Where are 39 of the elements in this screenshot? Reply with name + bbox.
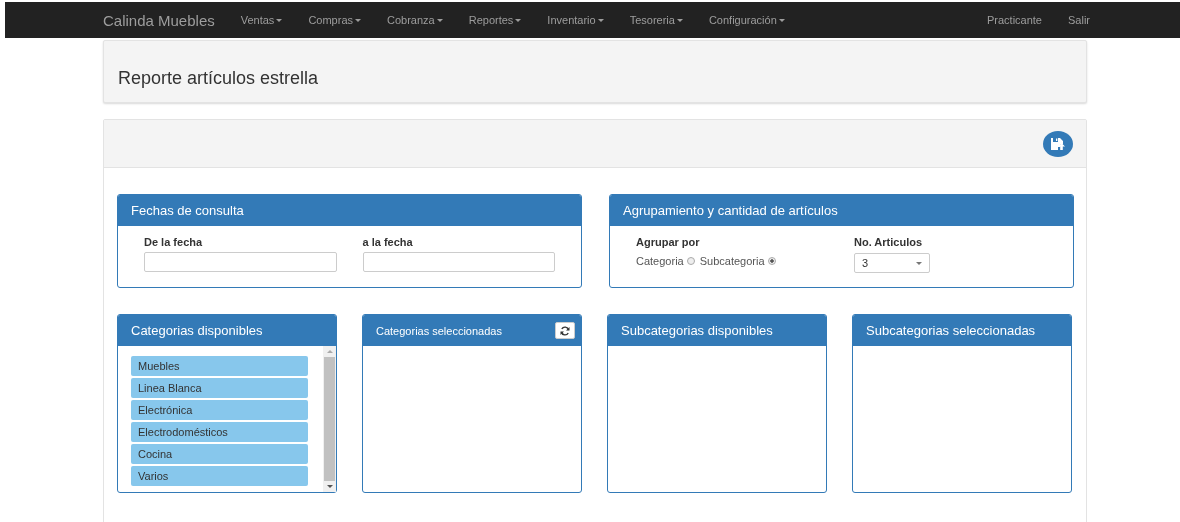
category-item[interactable]: Electrónica [131, 400, 308, 420]
brand-link[interactable]: Calinda Muebles [103, 11, 215, 29]
nav-menu[interactable]: Compras [308, 14, 361, 26]
field-label: No. Articulos [854, 236, 924, 248]
count-dropdown[interactable]: 3 [854, 253, 930, 273]
category-item[interactable]: Varios [131, 466, 308, 486]
nav-menu[interactable]: Configuración [708, 14, 785, 26]
panel-title: Categorias seleccionadas [376, 324, 502, 337]
category-item[interactable]: Muebles [131, 356, 308, 376]
nav-link[interactable]: Salir [1068, 14, 1090, 26]
page-title: Reporte artículos estrella [118, 67, 319, 89]
date-field[interactable] [144, 252, 337, 272]
category-item[interactable]: Cocina [131, 444, 308, 464]
nav-menu[interactable]: Tesoreria [629, 14, 683, 26]
nav-menu[interactable]: Reportes [468, 14, 522, 26]
field-label: De la fecha [144, 236, 204, 248]
nav-link[interactable]: Practicante [986, 14, 1042, 26]
nav-menu[interactable]: Ventas [240, 14, 283, 26]
save-icon [1050, 136, 1066, 151]
radio-label: Categoria [636, 255, 684, 267]
date-field[interactable] [362, 252, 555, 272]
radio-button[interactable] [767, 257, 776, 265]
refresh-icon [560, 325, 570, 336]
panel-title: Subcategorias disponibles [621, 323, 773, 338]
panel-title: Fechas de consulta [131, 203, 244, 218]
radio-label: Subcategoria [699, 255, 765, 267]
radio-button[interactable] [686, 257, 695, 265]
field-label: a la fecha [362, 236, 414, 248]
scrollbar[interactable] [323, 346, 336, 492]
nav-menu[interactable]: Cobranza [387, 14, 443, 26]
category-item[interactable]: Linea Blanca [131, 378, 308, 398]
export-button[interactable] [1043, 130, 1073, 157]
field-label: Agrupar por [636, 236, 701, 248]
category-item[interactable]: Electrodomésticos [131, 422, 308, 442]
panel-title: Subcategorias seleccionadas [866, 323, 1036, 338]
refresh-button[interactable] [555, 322, 575, 339]
panel-title: Categorias disponibles [131, 323, 263, 338]
panel-title: Agrupamiento y cantidad de artículos [623, 203, 838, 218]
nav-menu[interactable]: Inventario [547, 14, 604, 26]
